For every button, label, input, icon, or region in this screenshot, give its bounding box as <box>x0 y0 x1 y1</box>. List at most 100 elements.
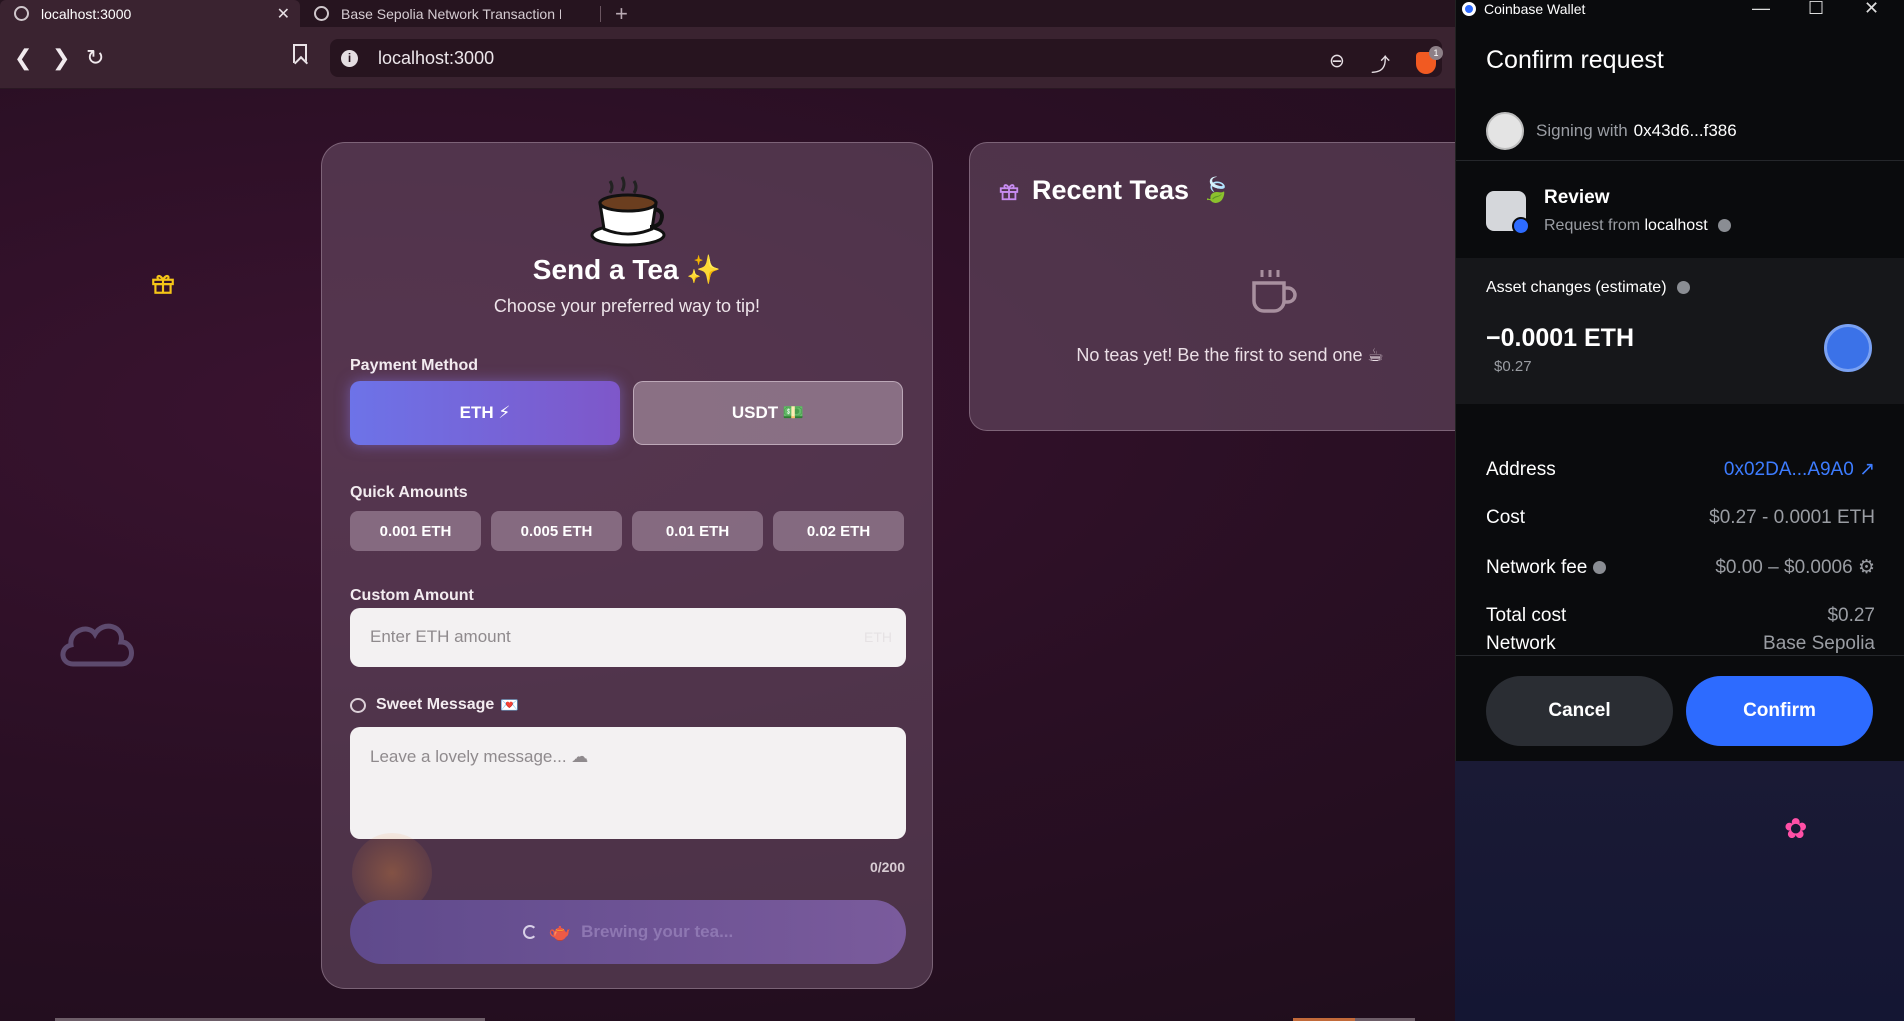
cloud-icon <box>60 623 134 667</box>
flower-icon: ✿ <box>1784 813 1808 844</box>
detail-value[interactable]: $0.00 – $0.0006 ⚙ <box>1715 556 1875 579</box>
address-link[interactable]: 0x02DA...A9A0 ↗ <box>1724 458 1875 481</box>
pay-eth-button[interactable]: ETH ⚡ <box>350 381 620 445</box>
asset-changes-label: Asset changes (estimate) <box>1486 279 1690 297</box>
review-title: Review <box>1544 187 1610 208</box>
shield-count-badge: 1 <box>1429 46 1443 60</box>
coffee-mug-icon <box>1252 270 1297 313</box>
share-icon[interactable]: ⤴ <box>1371 50 1390 77</box>
globe-icon <box>14 6 29 21</box>
message-textarea[interactable]: Leave a lovely message... ☁ <box>350 727 906 839</box>
send-tea-button[interactable]: 🫖 Brewing your tea... <box>350 900 906 964</box>
gift-icon <box>999 183 1019 200</box>
coinbase-logo-icon <box>1462 2 1476 16</box>
detail-row-address: Address 0x02DA...A9A0 ↗ <box>1486 458 1875 481</box>
recent-teas-card: Recent Teas 🍃 No teas yet! Be the first … <box>969 142 1489 431</box>
detail-value: Base Sepolia <box>1763 633 1875 654</box>
info-icon[interactable] <box>1593 560 1607 574</box>
quick-amount-button[interactable]: 0.02 ETH <box>773 511 904 551</box>
review-origin: localhost <box>1644 217 1708 234</box>
tea-cup-icon <box>590 176 666 247</box>
gift-icon <box>152 274 174 294</box>
leaf-icon: 🍃 <box>1201 177 1231 204</box>
ethereum-icon <box>1824 324 1872 372</box>
minimize-icon[interactable]: — <box>1752 0 1770 19</box>
review-section: Review Request from localhost <box>1456 161 1904 257</box>
detail-key: Total cost <box>1486 605 1567 626</box>
minus-badge-icon <box>1512 217 1530 235</box>
asset-amount: −0.0001 ETH <box>1486 324 1635 352</box>
send-tea-button-label: Brewing your tea... <box>581 922 734 941</box>
dapp-icon <box>1486 191 1530 235</box>
signing-label: Signing with <box>1536 121 1628 140</box>
wallet-footer: Cancel Confirm <box>1456 655 1904 761</box>
address-bar[interactable]: i localhost:3000 <box>330 39 1442 77</box>
message-placeholder: Leave a lovely message... ☁ <box>370 747 589 766</box>
love-letter-icon: 💌 <box>500 697 519 714</box>
zoom-icon[interactable]: ⊖ <box>1329 50 1345 73</box>
detail-row-network: Network Base Sepolia <box>1486 633 1875 655</box>
card-title: Send a Tea ✨ <box>532 254 722 285</box>
quick-amounts-label: Quick Amounts <box>350 484 468 501</box>
detail-key: Network <box>1486 633 1556 654</box>
empty-state-text: No teas yet! Be the first to send one ☕ <box>1076 345 1384 365</box>
recent-teas-title: Recent Teas <box>1032 175 1190 205</box>
message-label-text: Sweet Message <box>376 696 495 713</box>
detail-key: Address <box>1486 458 1556 480</box>
wallet-titlebar: Coinbase Wallet <box>1456 0 1904 18</box>
basescan-favicon-icon <box>314 6 329 21</box>
detail-key: Network fee <box>1486 556 1607 579</box>
quick-amount-button[interactable]: 0.001 ETH <box>350 511 481 551</box>
quick-amount-button[interactable]: 0.01 ETH <box>632 511 763 551</box>
teapot-icon: 🫖 <box>548 921 572 942</box>
tab-title: localhost:3000 <box>41 5 132 22</box>
back-icon[interactable]: ❮ <box>14 43 32 73</box>
forward-icon[interactable]: ❯ <box>52 43 70 73</box>
detail-row-network-fee: Network fee $0.00 – $0.0006 ⚙ <box>1486 556 1875 579</box>
custom-amount-input[interactable]: Enter ETH amount ETH <box>350 608 906 667</box>
wallet-window-title: Coinbase Wallet <box>1484 1 1586 17</box>
review-sub-prefix: Request from <box>1544 217 1641 234</box>
signing-with-row: Signing with 0x43d6...f386 <box>1486 112 1737 150</box>
signing-address[interactable]: 0x43d6...f386 <box>1634 121 1737 141</box>
asset-changes-panel: Asset changes (estimate) −0.0001 ETH $0.… <box>1456 258 1904 404</box>
cancel-button[interactable]: Cancel <box>1486 676 1673 746</box>
info-icon[interactable] <box>1718 219 1732 233</box>
tab-basescan[interactable]: Base Sepolia Network Transaction Ha <box>300 0 590 27</box>
recent-teas-header: Recent Teas 🍃 <box>998 175 1231 206</box>
custom-amount-label: Custom Amount <box>350 587 474 604</box>
detail-value: $0.27 - 0.0001 ETH <box>1709 507 1875 528</box>
custom-amount-unit: ETH <box>864 629 892 645</box>
confirm-button[interactable]: Confirm <box>1686 676 1873 746</box>
tab-separator <box>600 5 601 22</box>
bookmark-icon[interactable] <box>293 44 307 63</box>
detail-key: Cost <box>1486 507 1526 528</box>
send-tea-card: Send a Tea ✨ Choose your preferred way t… <box>321 142 933 989</box>
maximize-icon[interactable]: ☐ <box>1808 0 1824 19</box>
asset-usd-value: $0.27 <box>1494 358 1532 375</box>
close-icon[interactable]: ✕ <box>1864 0 1879 19</box>
page-background-corner <box>1455 761 1904 1021</box>
avatar <box>1486 112 1524 150</box>
tab-title: Base Sepolia Network Transaction Ha <box>341 5 561 22</box>
detail-row-total-cost: Total cost $0.27 <box>1486 605 1875 627</box>
card-subtitle: Choose your preferred way to tip! <box>493 296 761 316</box>
url-text: localhost:3000 <box>378 47 495 68</box>
browser-toolbar: ❮ ❯ ↻ i localhost:3000 <box>0 27 1455 89</box>
chat-bubble-icon <box>350 697 366 713</box>
wallet-header: Confirm request <box>1486 46 1664 74</box>
loading-spinner-icon <box>522 925 537 939</box>
detail-row-cost: Cost $0.27 - 0.0001 ETH <box>1486 507 1875 529</box>
message-label: Sweet Message 💌 <box>350 696 519 714</box>
quick-amount-button[interactable]: 0.005 ETH <box>491 511 622 551</box>
close-tab-icon[interactable]: ✕ <box>277 4 290 24</box>
tab-strip: localhost:3000 ✕ Base Sepolia Network Tr… <box>0 0 1455 27</box>
detail-key-text: Network fee <box>1486 556 1588 578</box>
tab-localhost[interactable]: localhost:3000 ✕ <box>0 0 300 27</box>
pay-usdt-button[interactable]: USDT 💵 <box>633 381 903 445</box>
info-icon[interactable] <box>1676 281 1690 295</box>
site-info-icon[interactable]: i <box>341 49 358 67</box>
payment-method-label: Payment Method <box>350 357 479 374</box>
reload-icon[interactable]: ↻ <box>86 43 104 73</box>
new-tab-button[interactable]: + <box>615 1 628 27</box>
